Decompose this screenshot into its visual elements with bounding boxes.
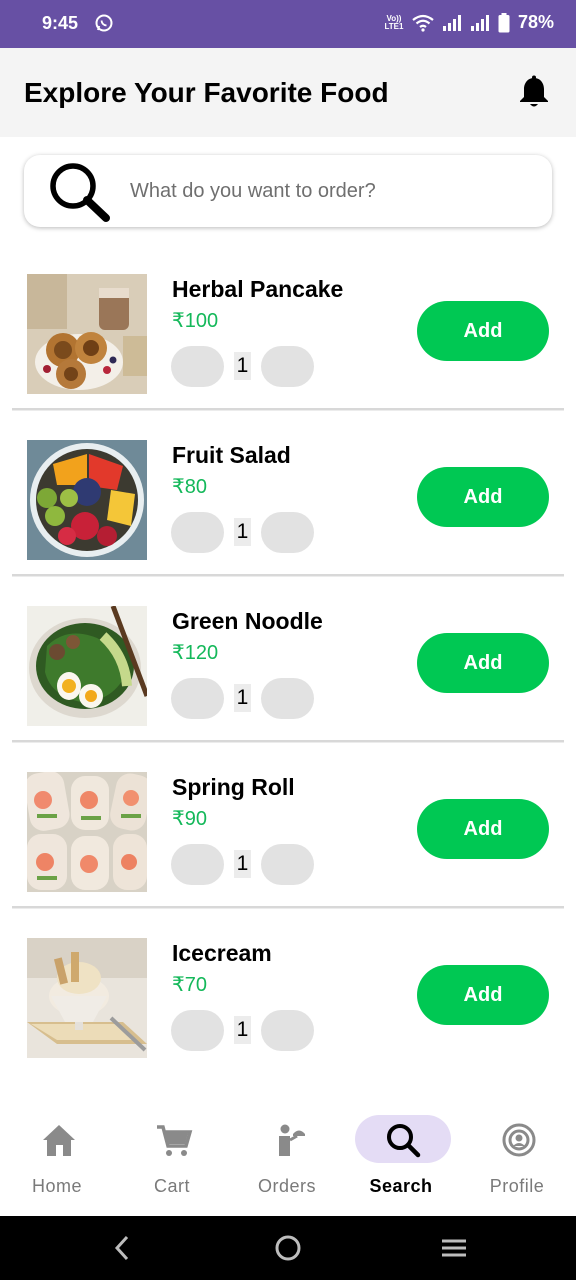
signal-icon-2 [470,14,489,31]
food-name: Green Noodle [172,608,323,634]
quantity-value: 1 [234,1016,251,1044]
nav-label: Profile [489,1176,545,1196]
food-image-pancake [27,274,147,394]
quantity-value: 1 [234,850,251,878]
search-bar[interactable]: What do you want to order? [24,155,552,227]
decrease-quantity-button[interactable] [171,1010,224,1051]
search-icon [50,163,110,222]
nav-label: Search [369,1176,433,1196]
increase-quantity-button[interactable] [261,512,314,553]
food-name: Spring Roll [172,774,295,800]
add-button[interactable]: Add [417,301,549,361]
add-button[interactable]: Add [417,799,549,859]
increase-quantity-button[interactable] [261,844,314,885]
food-name: Icecream [172,940,272,966]
nav-item-cart[interactable]: Cart [122,1114,222,1204]
home-circle-icon[interactable] [273,1233,303,1263]
bottom-navigation: Home Cart Orders Search Profile [0,1098,576,1216]
food-image-icecream [27,938,147,1058]
quantity-value: 1 [234,684,251,712]
status-time: 9:45 [42,13,79,33]
cart-icon [157,1125,193,1156]
quantity-value: 1 [234,352,251,380]
food-card-green-noodle: Green Noodle ₹120 1 Add [12,576,564,742]
decrease-quantity-button[interactable] [171,346,224,387]
decrease-quantity-button[interactable] [171,678,224,719]
food-card-icecream: Icecream ₹70 1 Add [12,908,564,1074]
nav-item-home[interactable]: Home [7,1114,107,1204]
food-name: Herbal Pancake [172,276,344,302]
increase-quantity-button[interactable] [261,346,314,387]
status-bar: 9:45 Vo)) LTE1 78% [0,0,576,48]
food-price: ₹90 [172,808,207,830]
food-price: ₹120 [172,642,219,664]
food-price: ₹80 [172,476,207,498]
food-card-fruit-salad: Fruit Salad ₹80 1 Add [12,410,564,576]
add-button[interactable]: Add [417,965,549,1025]
quantity-value: 1 [234,518,251,546]
food-price: ₹100 [172,310,219,332]
nav-item-orders[interactable]: Orders [237,1114,337,1204]
increase-quantity-button[interactable] [261,1010,314,1051]
signal-icon [442,14,461,31]
food-card-spring-roll: Spring Roll ₹90 1 Add [12,742,564,908]
wifi-icon [412,14,434,32]
back-icon[interactable] [108,1233,138,1263]
page-title: Explore Your Favorite Food [24,77,389,108]
food-card-herbal-pancake: Herbal Pancake ₹100 1 Add [12,260,564,410]
recents-icon[interactable] [439,1233,469,1263]
profile-icon [502,1123,536,1157]
food-image-fruit-salad [27,440,147,560]
lte-indicator: Vo)) LTE1 [384,13,404,31]
add-button[interactable]: Add [417,467,549,527]
nav-label: Home [31,1176,82,1196]
nav-item-search[interactable]: Search [351,1114,451,1204]
food-name: Fruit Salad [172,442,291,468]
orders-icon [279,1124,305,1156]
system-navigation-bar [0,1216,576,1280]
battery-icon [498,12,510,32]
decrease-quantity-button[interactable] [171,844,224,885]
home-icon [43,1125,75,1156]
whatsapp-icon [95,14,113,32]
app-header: Explore Your Favorite Food [0,48,576,137]
search-icon [387,1124,421,1158]
food-image-green-noodle [27,606,147,726]
search-input[interactable]: What do you want to order? [130,180,376,203]
nav-label: Cart [153,1176,190,1196]
food-price: ₹70 [172,974,207,996]
add-button[interactable]: Add [417,633,549,693]
decrease-quantity-button[interactable] [171,512,224,553]
battery-percent: 78% [517,12,554,32]
food-image-spring-roll [27,772,147,892]
increase-quantity-button[interactable] [261,678,314,719]
bell-icon[interactable] [516,74,552,110]
nav-item-profile[interactable]: Profile [467,1114,567,1204]
nav-label: Orders [257,1176,316,1196]
